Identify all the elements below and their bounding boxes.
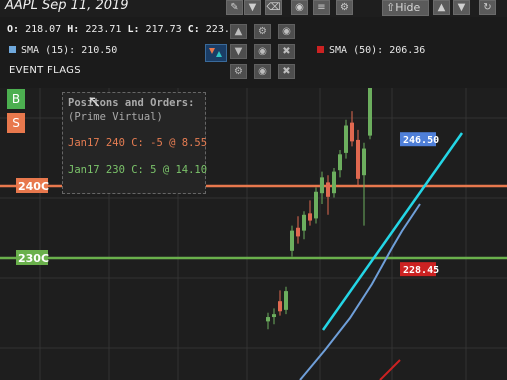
sma15-swatch <box>9 46 16 53</box>
candle-body <box>272 314 276 318</box>
sma15-gear-icon[interactable]: ⚙ <box>254 24 271 39</box>
candle-body <box>314 191 318 219</box>
mouse-cursor-icon: ↖ <box>88 92 102 111</box>
sma50-swatch <box>317 46 324 53</box>
sma15-legend: SMA (15): 210.50 <box>9 45 117 56</box>
candle-body <box>296 227 300 237</box>
sma15-settings-icon[interactable]: ⚙ <box>230 64 247 79</box>
sma50-legend: SMA (50): 206.36 <box>317 45 425 56</box>
candle-body <box>362 148 366 176</box>
price-tags: 257.24246.50228.45 <box>400 132 439 277</box>
price-tag-label: 228.45 <box>403 265 439 276</box>
sma15-close-icon[interactable]: ✖ <box>278 44 295 59</box>
chart-type-icon[interactable] <box>205 44 227 62</box>
candle-body <box>332 171 336 194</box>
high-value: 223.71 <box>85 24 122 35</box>
gear-icon[interactable]: ⚙ <box>336 0 353 15</box>
positions-title: Positons and Orders: <box>68 97 195 109</box>
sma50-close-icon[interactable]: ✖ <box>278 64 295 79</box>
price-level-label: 240C <box>18 180 49 193</box>
pencil-icon[interactable]: ✎ <box>226 0 243 15</box>
symbol-date-title: AAPL Sep 11, 2019 <box>5 0 129 13</box>
sma15-eye-icon[interactable]: ◉ <box>278 24 295 39</box>
sma15-line <box>299 203 421 380</box>
sma15-label: SMA (15): 210.50 <box>21 45 118 56</box>
hide-label: Hide <box>395 1 421 14</box>
candle-body <box>284 291 288 310</box>
candle-body <box>278 301 282 312</box>
eraser-icon[interactable]: ⌫ <box>265 0 282 15</box>
trend-lines <box>299 132 464 380</box>
candle-body <box>308 213 312 221</box>
order-line: Jan17 240 C: -5 @ 8.55 <box>68 137 208 149</box>
buy-button[interactable]: B <box>7 89 25 109</box>
candle-body <box>350 122 354 142</box>
sell-button[interactable]: S <box>7 113 25 133</box>
price-level-label: 230C <box>18 252 49 265</box>
indicator-down-icon[interactable]: ▼ <box>230 44 247 59</box>
open-value: 218.07 <box>25 24 62 35</box>
positions-popup: Positons and Orders: (Prime Virtual) Jan… <box>62 92 208 194</box>
order-line: Jan17 230 C: 5 @ 14.10 <box>68 164 208 176</box>
menu-icon[interactable]: ≡ <box>313 0 330 15</box>
event-flags-label: EVENT FLAGS <box>9 65 81 76</box>
candle-body <box>266 317 270 322</box>
move-up-icon[interactable]: ▲ <box>433 0 450 15</box>
candle-body <box>344 125 348 153</box>
low-label: L: <box>127 24 140 35</box>
candle-body <box>302 214 306 231</box>
positions-subtitle: (Prime Virtual) <box>68 111 163 123</box>
candles <box>266 88 372 330</box>
candle-body <box>320 177 324 194</box>
refresh-icon[interactable]: ↻ <box>479 0 496 15</box>
dropdown-arrow-icon[interactable]: ▼ <box>244 0 261 15</box>
sma50-eye-icon[interactable]: ◉ <box>254 64 271 79</box>
sma15-visibility-icon[interactable]: ◉ <box>254 44 271 59</box>
move-down-icon[interactable]: ▼ <box>453 0 470 15</box>
close-label: C: <box>187 24 200 35</box>
candle-body <box>338 154 342 171</box>
ohlc-readout: O: 218.07 H: 223.71 L: 217.73 C: 223.59 <box>7 24 242 35</box>
indicator-up-icon[interactable]: ▲ <box>230 24 247 39</box>
sma50-line <box>379 359 401 380</box>
candle-body <box>326 182 330 197</box>
top-bar: AAPL Sep 11, 2019 ✎ ▼ ⌫ ◉ ≡ ⚙ ⇧Hide ▲ ▼ … <box>0 0 507 17</box>
candle-body <box>368 88 372 136</box>
chart-type-glyph <box>209 48 222 57</box>
low-value: 217.73 <box>145 24 182 35</box>
hide-button[interactable]: ⇧Hide <box>382 0 429 16</box>
price-tag-label: 246.50 <box>403 135 439 146</box>
candle-body <box>356 139 360 179</box>
eye-icon[interactable]: ◉ <box>291 0 308 15</box>
sma50-label: SMA (50): 206.36 <box>329 45 426 56</box>
hide-icon: ⇧ <box>386 1 396 14</box>
candle-body <box>290 230 294 251</box>
open-label: O: <box>7 24 20 35</box>
high-label: H: <box>67 24 80 35</box>
